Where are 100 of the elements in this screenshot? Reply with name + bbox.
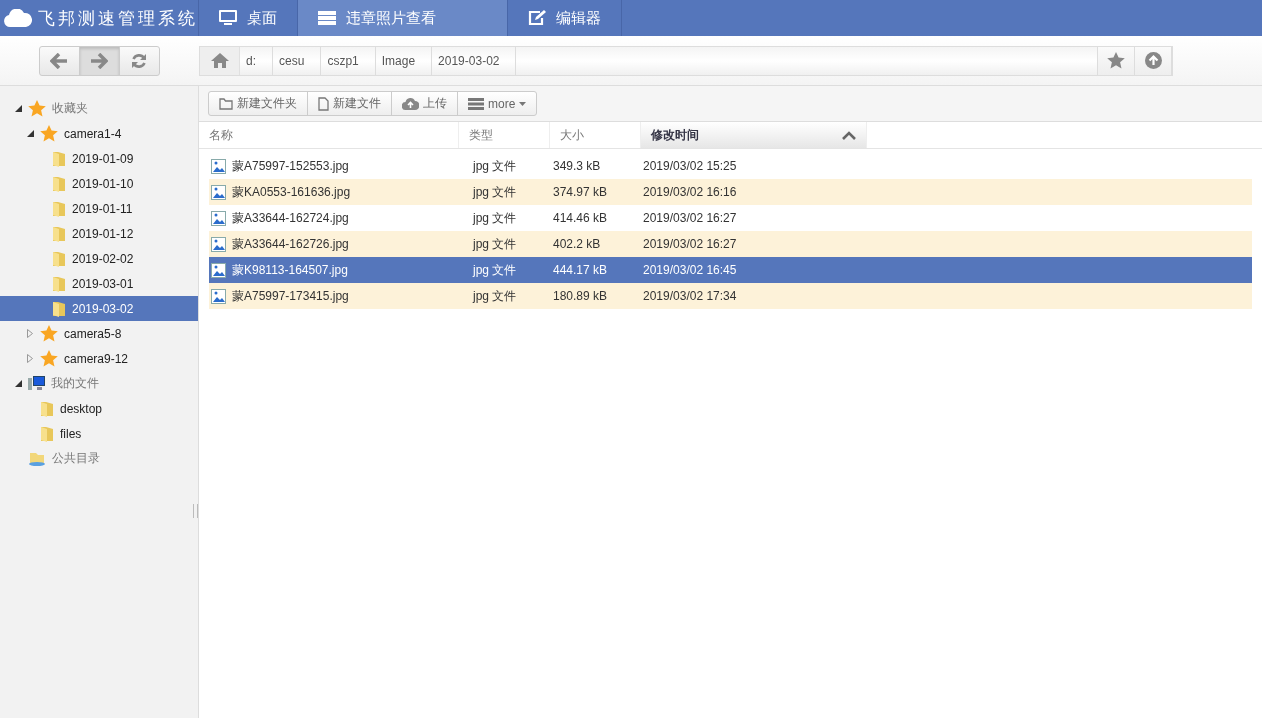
folder-icon: [52, 275, 66, 292]
breadcrumb-item[interactable]: cesu: [273, 46, 322, 75]
breadcrumb-item[interactable]: d:: [240, 46, 273, 75]
expanded-icon[interactable]: [26, 130, 34, 137]
folder-icon: [52, 250, 66, 267]
file-name: 蒙A75997-173415.jpg: [232, 287, 349, 305]
expanded-icon[interactable]: [14, 105, 22, 112]
monitor-icon: [219, 10, 237, 26]
tree-item[interactable]: 2019-03-01: [0, 271, 198, 296]
breadcrumb-item[interactable]: 2019-03-02: [432, 46, 517, 75]
expanded-icon[interactable]: [14, 380, 22, 387]
favorite-button[interactable]: [1097, 45, 1135, 76]
file-row[interactable]: 蒙A33644-162724.jpg jpg 文件 414.46 kB 2019/03/02 16:27: [209, 205, 1252, 231]
list-icon: [318, 11, 336, 25]
sort-up-icon: [842, 130, 856, 140]
new-file-button[interactable]: 新建文件: [307, 91, 392, 116]
collapsed-icon[interactable]: [27, 354, 33, 363]
file-name: 蒙A75997-152553.jpg: [232, 157, 349, 175]
tree-item[interactable]: camera5-8: [0, 321, 198, 346]
tree-item[interactable]: 我的文件: [0, 371, 198, 396]
column-header[interactable]: 类型: [459, 122, 550, 148]
star-icon: [1107, 52, 1125, 69]
file-size: 414.46 kB: [553, 211, 608, 225]
home-button[interactable]: [200, 46, 240, 75]
up-button[interactable]: [1134, 45, 1172, 76]
arrow-left-icon: [50, 52, 68, 69]
file-row[interactable]: 蒙A75997-152553.jpg jpg 文件 349.3 kB 2019/03/02 15:25: [209, 153, 1252, 179]
file-row[interactable]: 蒙A33644-162726.jpg jpg 文件 402.2 kB 2019/03/02 16:27: [209, 231, 1252, 257]
tree-item[interactable]: 2019-03-02: [0, 296, 198, 321]
file-type: jpg 文件: [473, 157, 517, 175]
file-modified: 2019/03/02 16:27: [643, 237, 737, 251]
image-file-icon: [211, 184, 226, 200]
more-button[interactable]: more: [457, 91, 538, 116]
file-size: 374.97 kB: [553, 185, 608, 199]
image-file-icon: [211, 288, 226, 304]
tree-item[interactable]: 2019-02-02: [0, 246, 198, 271]
back-button[interactable]: [38, 45, 80, 76]
tree-item[interactable]: 2019-01-10: [0, 171, 198, 196]
image-file-icon: [211, 262, 226, 278]
star-icon: [40, 325, 58, 342]
folder-icon: [40, 400, 54, 417]
file-modified: 2019/03/02 16:27: [643, 211, 737, 225]
image-file-icon: [211, 236, 226, 252]
breadcrumb-item[interactable]: Image: [375, 46, 433, 75]
folder-icon: [52, 175, 66, 192]
folder-icon: [219, 97, 233, 110]
refresh-icon: [131, 52, 147, 69]
file-icon: [318, 96, 329, 111]
file-modified: 2019/03/02 16:16: [643, 185, 737, 199]
file-modified: 2019/03/02 15:25: [643, 159, 737, 173]
shared-folder-icon: [28, 451, 46, 466]
file-type: jpg 文件: [473, 209, 517, 227]
file-type: jpg 文件: [473, 261, 517, 279]
tree-item[interactable]: 收藏夹: [0, 96, 198, 121]
arrow-right-icon: [90, 52, 108, 69]
arrow-up-circle-icon: [1144, 52, 1162, 69]
file-row[interactable]: 蒙KA0553-161636.jpg jpg 文件 374.97 kB 2019/03/02 16:16: [209, 179, 1252, 205]
menu-icon: [468, 97, 484, 110]
cloud-upload-icon: [402, 97, 419, 110]
file-type: jpg 文件: [473, 235, 517, 253]
file-name: 蒙KA0553-161636.jpg: [232, 183, 351, 201]
breadcrumb-item[interactable]: cszp1: [321, 46, 376, 75]
new-folder-button[interactable]: 新建文件夹: [208, 91, 308, 116]
collapsed-icon[interactable]: [27, 329, 33, 338]
tree-item[interactable]: 公共目录: [0, 446, 198, 471]
tree-item[interactable]: 2019-01-11: [0, 196, 198, 221]
star-icon: [40, 350, 58, 367]
file-type: jpg 文件: [473, 287, 517, 305]
forward-button[interactable]: [78, 45, 120, 76]
file-name: 蒙K98113-164507.jpg: [232, 261, 348, 279]
computer-icon: [28, 376, 45, 391]
folder-icon: [40, 425, 54, 442]
refresh-button[interactable]: [118, 45, 160, 76]
column-header[interactable]: 名称: [199, 122, 459, 148]
tree-item[interactable]: camera1-4: [0, 121, 198, 146]
tree-item[interactable]: camera9-12: [0, 346, 198, 371]
file-size: 349.3 kB: [553, 159, 601, 173]
folder-icon: [52, 150, 66, 167]
file-row[interactable]: 蒙A75997-173415.jpg jpg 文件 180.89 kB 2019/03/02 17:34: [209, 283, 1252, 309]
home-icon: [210, 53, 229, 68]
file-size: 444.17 kB: [553, 263, 608, 277]
app-title: 飞邦测速管理系统: [38, 7, 198, 30]
image-file-icon: [211, 210, 226, 226]
edit-icon: [528, 10, 546, 26]
column-header[interactable]: 修改时间: [641, 122, 867, 148]
folder-icon: [52, 200, 66, 217]
file-modified: 2019/03/02 16:45: [643, 263, 737, 277]
tree-item[interactable]: 2019-01-09: [0, 146, 198, 171]
file-row[interactable]: 蒙K98113-164507.jpg jpg 文件 444.17 kB 2019/03/02 16:45: [209, 257, 1252, 283]
star-icon: [40, 125, 58, 142]
folder-icon: [52, 225, 66, 242]
file-size: 180.89 kB: [553, 289, 608, 303]
tree-item[interactable]: desktop: [0, 396, 198, 421]
cloud-icon: [4, 9, 32, 27]
tree-item[interactable]: files: [0, 421, 198, 446]
file-type: jpg 文件: [473, 183, 517, 201]
tree-item[interactable]: 2019-01-12: [0, 221, 198, 246]
upload-button[interactable]: 上传: [391, 91, 458, 116]
star-icon: [28, 100, 46, 117]
file-size: 402.2 kB: [553, 237, 601, 251]
